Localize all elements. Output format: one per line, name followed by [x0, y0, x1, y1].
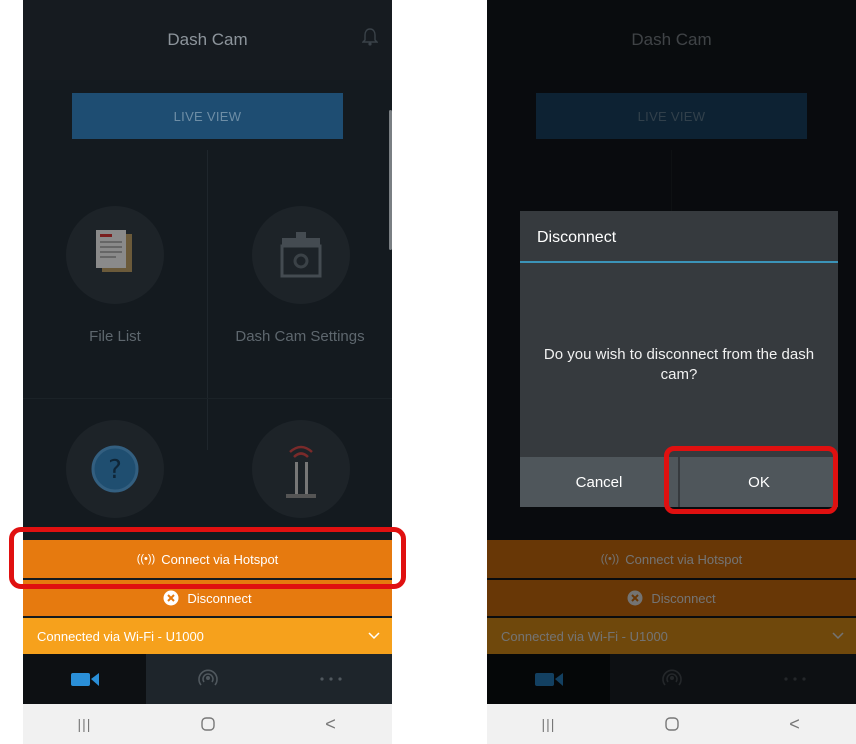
- grid-divider-horizontal: [23, 398, 392, 399]
- close-circle-icon: [163, 590, 179, 606]
- file-list-icon: [66, 206, 164, 304]
- dashcam-settings-icon: [252, 206, 350, 304]
- hotspot-icon: [197, 669, 218, 686]
- home-button[interactable]: [146, 704, 269, 744]
- camera-icon: [70, 673, 99, 686]
- back-icon: <: [325, 713, 336, 734]
- dialog-message: Do you wish to disconnect from the dash …: [543, 346, 815, 383]
- dialog-title-divider: [520, 261, 838, 263]
- back-icon: <: [789, 713, 800, 734]
- dashcam-home-screen: Dash Cam LIVE VIEW File List Dash Cam Se…: [23, 0, 392, 744]
- connection-status-bar[interactable]: Connected via Wi-Fi - U1000: [23, 618, 392, 654]
- nav-more[interactable]: [269, 654, 392, 704]
- grid-divider-vertical: [207, 150, 208, 450]
- dialog-title: Disconnect: [537, 229, 617, 246]
- back-button[interactable]: <: [269, 704, 392, 744]
- app-title: Dash Cam: [167, 30, 248, 49]
- recents-button[interactable]: |||: [487, 704, 610, 744]
- router-icon: [252, 420, 350, 518]
- system-nav-bar: ||| <: [23, 704, 392, 744]
- live-view-button[interactable]: LIVE VIEW: [72, 93, 343, 139]
- connection-status-text: Connected via Wi-Fi - U1000: [37, 629, 368, 644]
- connection-network: U1000: [165, 628, 204, 644]
- nav-hotspot[interactable]: [146, 654, 269, 704]
- home-button[interactable]: [610, 704, 733, 744]
- phone-left: Dash Cam LIVE VIEW File List Dash Cam Se…: [23, 0, 392, 744]
- tile-label-dashcam-settings: Dash Cam Settings: [235, 328, 365, 345]
- scrollbar[interactable]: [389, 110, 392, 250]
- connection-status-label: Connected via Wi-Fi -: [37, 628, 166, 644]
- tile-label-file-list: File List: [89, 328, 141, 345]
- home-icon: [664, 717, 679, 731]
- highlight-ok-annotation: [664, 446, 838, 514]
- nav-camera[interactable]: [23, 654, 146, 704]
- system-nav-bar: ||| <: [487, 704, 856, 744]
- bell-icon[interactable]: [362, 28, 378, 46]
- recents-icon: |||: [541, 716, 556, 732]
- phone-right: Dash Cam LIVE VIEW ((•)) Connect via Hot…: [487, 0, 856, 744]
- highlight-hotspot-annotation: [9, 527, 406, 589]
- disconnect-label: Disconnect: [187, 590, 252, 606]
- more-icon: [319, 677, 342, 681]
- dashcam-home-screen-behind-dialog: Dash Cam LIVE VIEW ((•)) Connect via Hot…: [487, 0, 856, 744]
- recents-icon: |||: [77, 716, 92, 732]
- chevron-down-icon[interactable]: [368, 632, 380, 640]
- cancel-button[interactable]: Cancel: [520, 457, 678, 507]
- svg-text:?: ?: [108, 455, 122, 485]
- home-icon: [200, 717, 215, 731]
- bottom-nav: [23, 654, 392, 704]
- recents-button[interactable]: |||: [23, 704, 146, 744]
- help-icon: ?: [66, 420, 164, 518]
- app-header: Dash Cam: [23, 0, 392, 80]
- back-button[interactable]: <: [733, 704, 856, 744]
